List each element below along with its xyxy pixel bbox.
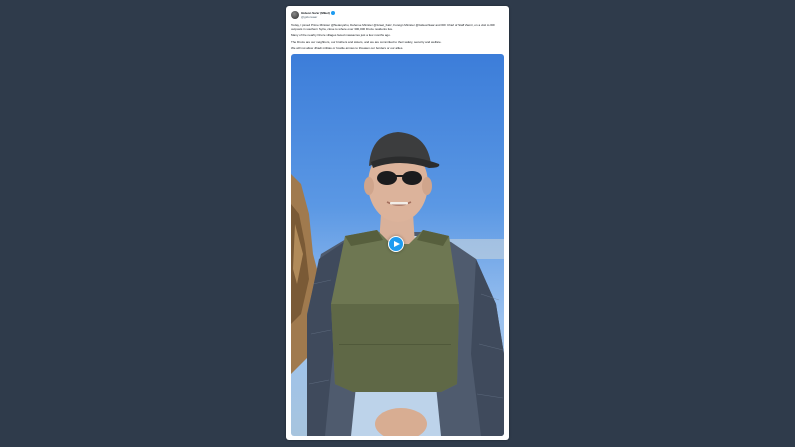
author-info: Gideon Sa'ar (Mikel) @gidonsaar — [301, 11, 335, 19]
video-player[interactable] — [291, 54, 504, 436]
author-handle[interactable]: @gidonsaar — [301, 15, 335, 19]
post-paragraph: Many of the nearby Druze villages faced … — [291, 33, 391, 38]
avatar[interactable] — [291, 11, 299, 19]
play-button[interactable] — [388, 236, 404, 252]
post-paragraph: We will not allow Jihadi militias or hos… — [291, 46, 404, 51]
post-paragraph: The Druze are our neighbors, our brother… — [291, 39, 442, 44]
verified-icon — [330, 11, 335, 16]
play-icon — [394, 240, 400, 247]
post-header: Gideon Sa'ar (Mikel) @gidonsaar — [291, 11, 504, 23]
post-paragraph: Today, I joined Prime Minister @Netanyah… — [291, 23, 496, 31]
post-card: Gideon Sa'ar (Mikel) @gidonsaar Today, I… — [286, 6, 509, 440]
post-text: Today, I joined Prime Minister @Netanyah… — [291, 23, 504, 54]
